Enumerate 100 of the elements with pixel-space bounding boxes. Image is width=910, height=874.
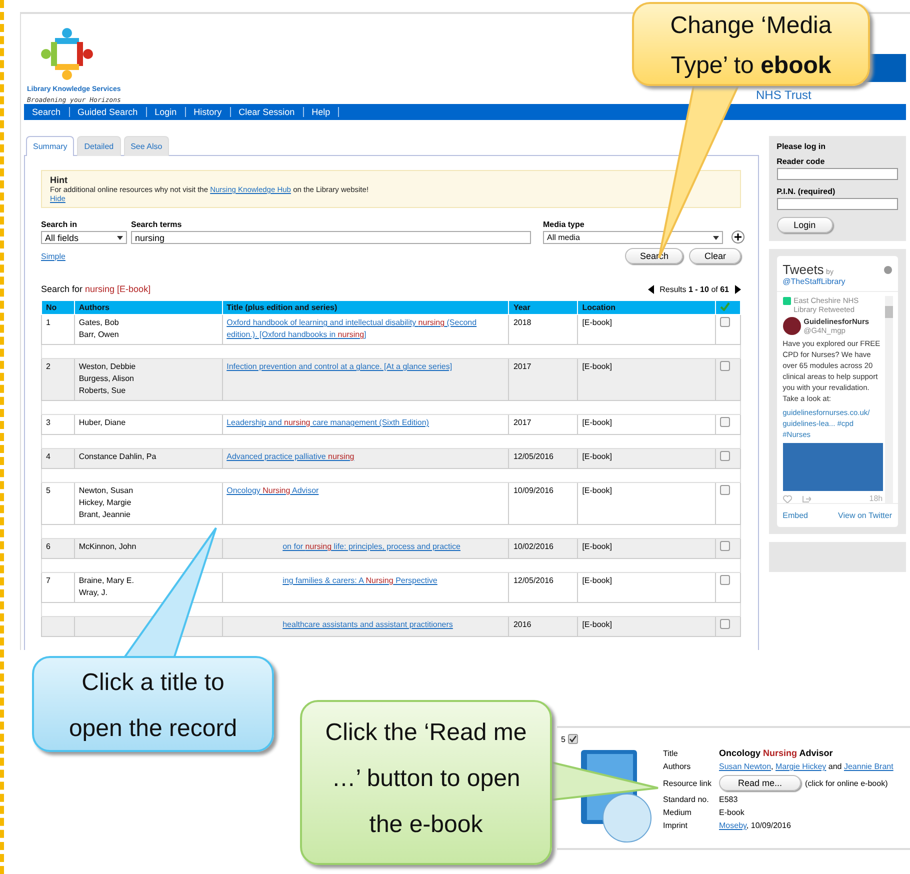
field-label: Search terms — [131, 220, 183, 229]
caret-icon — [713, 236, 719, 240]
checkmark-icon — [569, 735, 578, 743]
checkbox[interactable] — [568, 734, 578, 744]
column-header: No — [42, 300, 74, 314]
field-label: Media type — [543, 220, 586, 229]
nav-link[interactable]: Clear Session — [230, 107, 304, 117]
column-header: Authors — [74, 300, 222, 314]
tab[interactable]: Detailed — [77, 136, 121, 156]
retweet-icon — [782, 297, 791, 305]
form-button[interactable]: Clear — [689, 248, 741, 264]
callout: Click a title to open the record — [32, 656, 274, 752]
checkbox[interactable] — [720, 361, 730, 371]
widget-title: Tweets — [782, 262, 824, 277]
nav-link[interactable]: Guided Search — [70, 107, 147, 117]
search-field[interactable]: nursing — [131, 231, 531, 244]
checkbox[interactable] — [720, 485, 730, 495]
callout: Change ‘Media Type’ to ebook — [632, 2, 870, 86]
tab[interactable]: See Also — [124, 136, 170, 156]
field-value: Moseby, 10/09/2016 — [719, 821, 792, 830]
table-cell: 2016 — [508, 616, 578, 636]
table-cell: Constance Dahlin, Pa — [74, 448, 222, 468]
widget-link[interactable]: Embed — [782, 511, 808, 520]
field-label: Search in — [41, 220, 78, 229]
table-cell: 10/09/2016 — [508, 482, 578, 524]
checkbox[interactable] — [720, 451, 730, 461]
login-heading: Please log in — [776, 142, 827, 151]
field-value: E-book — [719, 808, 746, 817]
field-label: Authors — [663, 762, 692, 771]
table-cell: [E-book] — [578, 572, 716, 602]
reader-code-field[interactable] — [776, 168, 898, 180]
table-cell: 2 — [42, 358, 74, 400]
add-icon[interactable] — [731, 230, 745, 244]
table-cell: Huber, Diane — [74, 414, 222, 434]
record-number: 5 — [561, 734, 566, 744]
table-cell: [E-book] — [578, 314, 716, 344]
field-value: E583 — [719, 795, 739, 804]
checkbox[interactable] — [720, 317, 730, 327]
hint-title: Hint — [50, 175, 68, 185]
nav-link[interactable]: Search — [24, 107, 70, 117]
share-icon[interactable] — [802, 494, 811, 502]
table-cell: Gates, Bob Barr, Owen — [74, 314, 222, 344]
table-cell: Newton, Susan Hickey, Margie Brant, Jeannie — [74, 482, 222, 524]
read-me-button[interactable]: Read me... — [719, 775, 802, 791]
table-cell: Weston, Debbie Burgess, Alison Roberts, Sue — [74, 358, 222, 400]
nav-link[interactable]: Login — [146, 107, 186, 117]
checkbox[interactable] — [720, 619, 730, 629]
table-cell: [E-book] — [578, 448, 716, 468]
checkbox[interactable] — [720, 417, 730, 427]
field-label: Imprint — [663, 821, 688, 830]
simple-link[interactable]: Simple — [41, 252, 66, 260]
table-cell: 3 — [42, 414, 74, 434]
field-label: P.I.N. (required) — [776, 187, 836, 196]
table-cell: 1 — [42, 314, 74, 344]
checkmark-icon[interactable] — [720, 302, 730, 311]
checkbox[interactable] — [720, 541, 730, 551]
table-cell: 7 — [42, 572, 74, 602]
caret-icon — [117, 236, 123, 240]
tweet-time: 18h — [869, 494, 883, 503]
table-cell — [42, 616, 74, 636]
previous-icon[interactable] — [648, 284, 654, 294]
tab[interactable]: Summary — [26, 136, 74, 156]
column-header: Location — [578, 300, 716, 314]
pager-text: Results 1 - 10 of 61 — [660, 284, 729, 294]
info-icon[interactable] — [884, 266, 892, 274]
table-cell: 12/05/2016 — [508, 572, 578, 602]
pin-field[interactable] — [776, 198, 898, 210]
table-cell: [E-book] — [578, 414, 716, 434]
table-cell: 2017 — [508, 414, 578, 434]
media-type-select[interactable]: All media — [543, 231, 723, 244]
heart-icon[interactable] — [782, 494, 792, 502]
widget-link[interactable]: View on Twitter — [838, 511, 892, 520]
table-cell: 2018 — [508, 314, 578, 344]
column-header: Year — [508, 300, 578, 314]
search-in-select[interactable]: All fields — [41, 231, 127, 244]
field-label: Resource link — [663, 778, 712, 788]
checkbox[interactable] — [720, 575, 730, 585]
field-label: Reader code — [776, 157, 826, 166]
login-button[interactable]: Login — [776, 217, 833, 233]
record-title: Oncology Nursing Advisor — [719, 748, 834, 758]
field-label: Title — [663, 748, 679, 758]
nav-link[interactable]: Help — [304, 107, 340, 117]
next-icon[interactable] — [735, 284, 741, 294]
table-cell: 6 — [42, 538, 74, 558]
results-heading: Search for nursing [E-book] — [41, 284, 151, 294]
nav-link[interactable]: History — [186, 107, 231, 117]
avatar-icon — [782, 317, 801, 335]
handle-link[interactable]: @TheStaffLibrary — [782, 277, 846, 286]
callout: Click the ‘Read me …’ button to open the e-book — [300, 700, 552, 865]
field-value: Susan Newton, Margie Hickey and Jeannie Brant — [719, 762, 894, 771]
table-cell: [E-book] — [578, 482, 716, 524]
table-cell: 5 — [42, 482, 74, 524]
table-cell: 4 — [42, 448, 74, 468]
field-label: Standard no. — [663, 795, 710, 804]
logo-icon — [41, 28, 93, 80]
table-cell: [E-book] — [578, 358, 716, 400]
field-label: Medium — [663, 808, 692, 817]
table-cell: 10/02/2016 — [508, 538, 578, 558]
column-header: Title (plus edition and series) — [222, 300, 509, 314]
table-cell: [E-book] — [578, 538, 716, 558]
